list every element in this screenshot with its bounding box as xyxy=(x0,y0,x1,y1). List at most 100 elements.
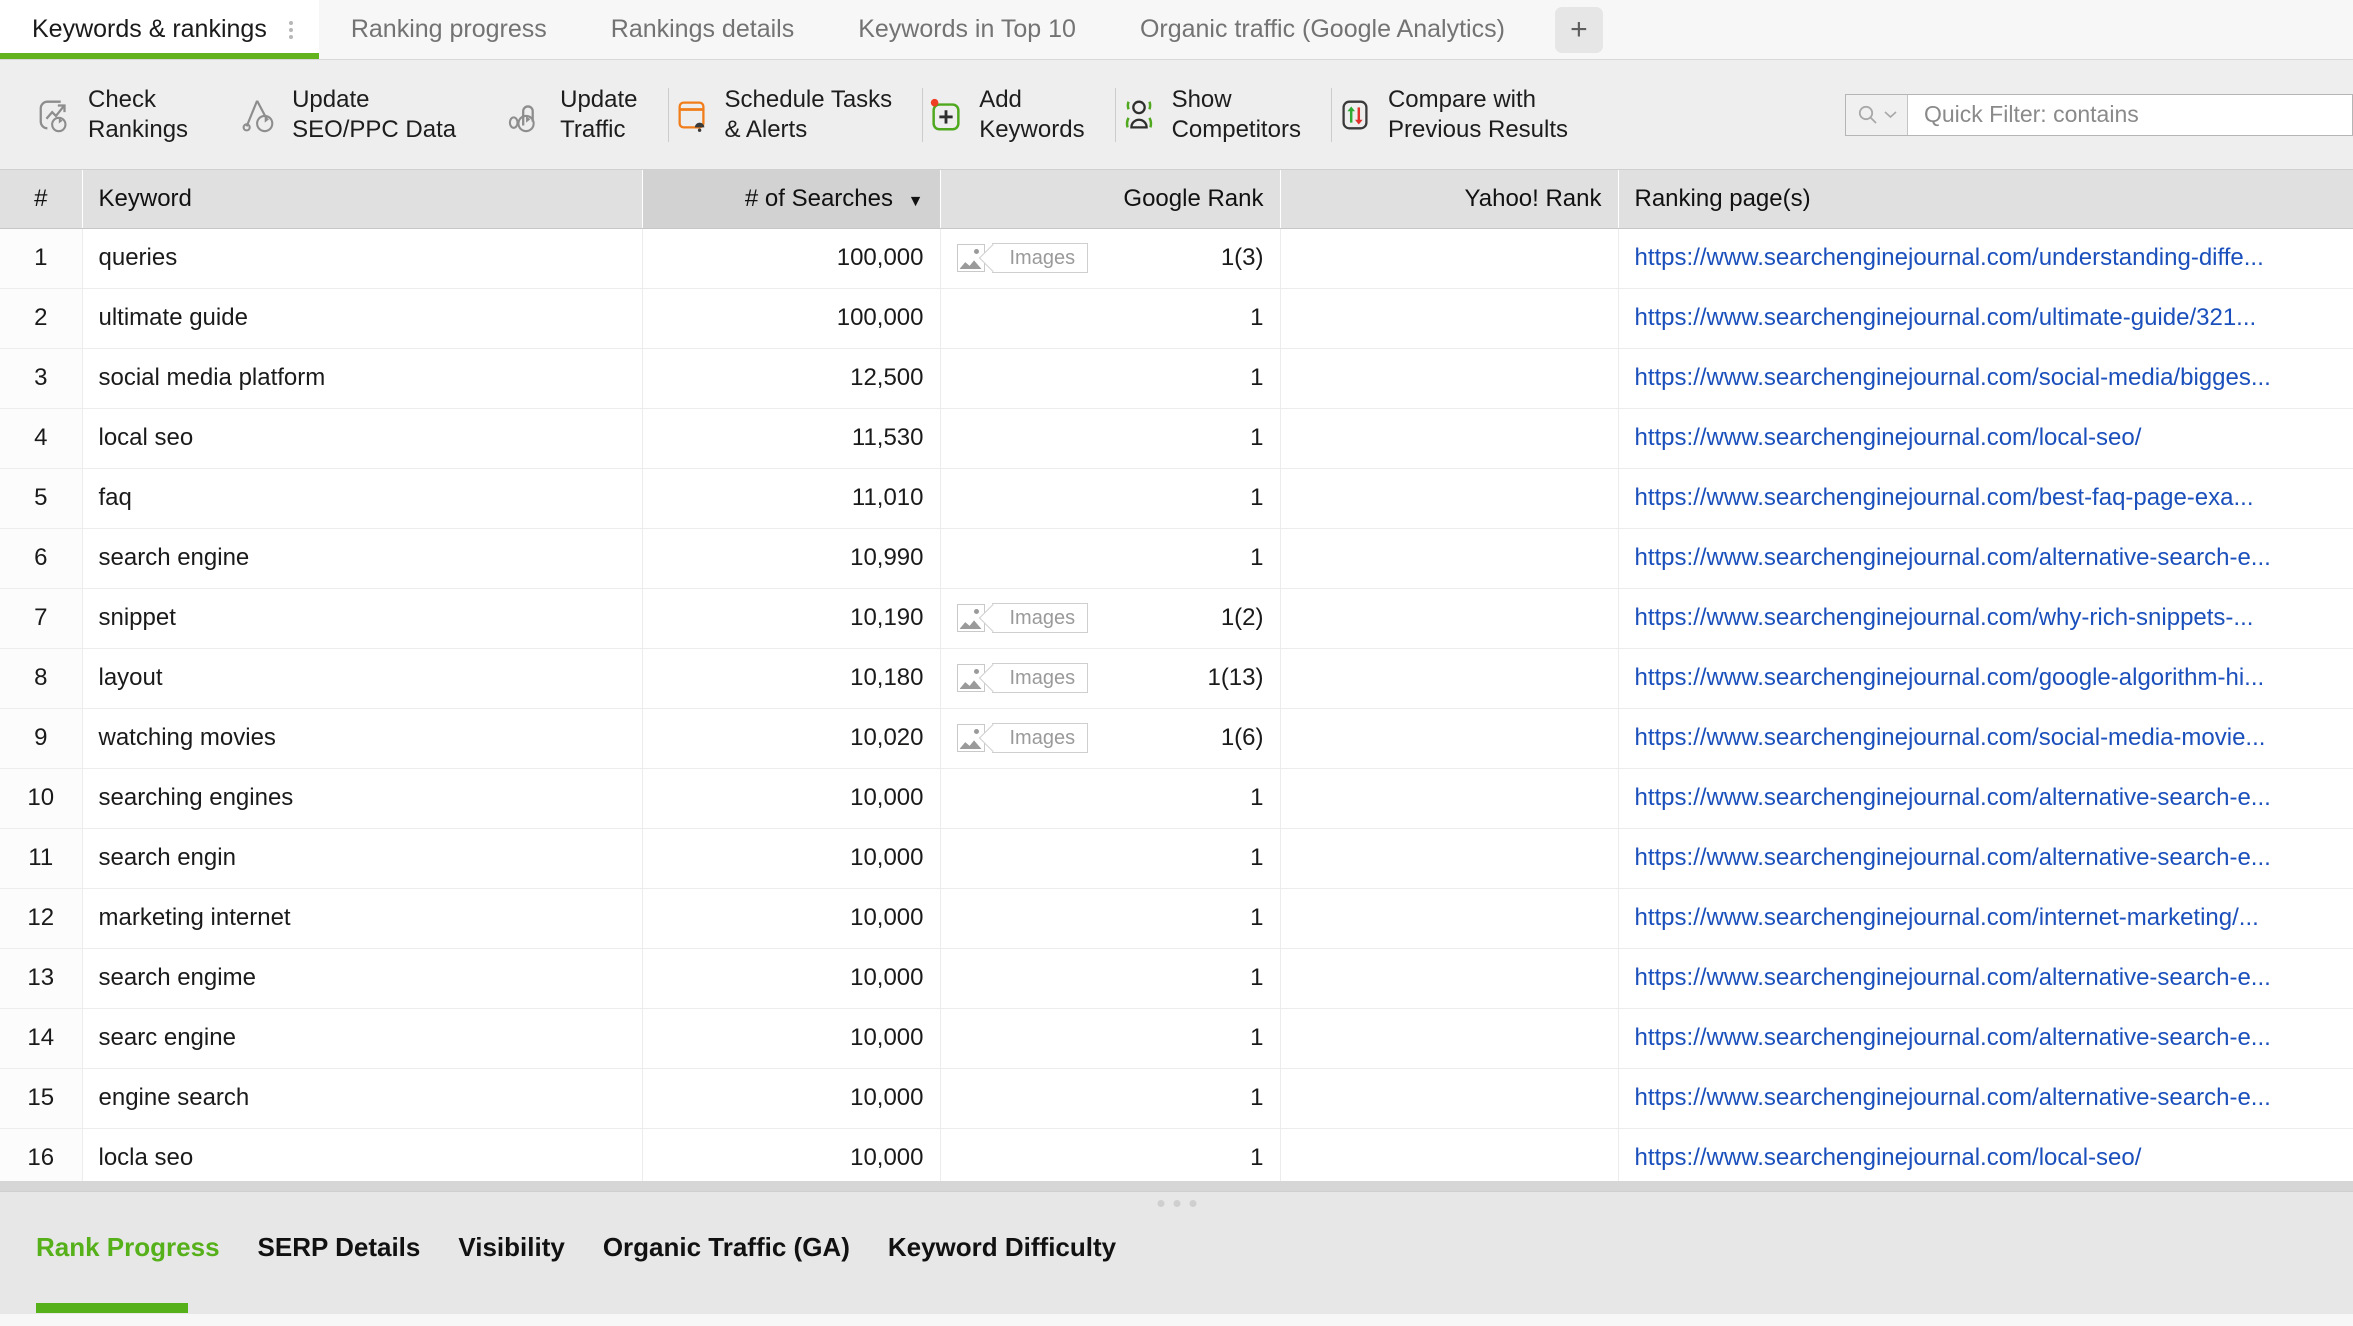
keyword-cell[interactable]: search engin xyxy=(82,828,643,889)
google-rank-cell[interactable]: 1 xyxy=(940,768,1281,829)
ranking-page-cell[interactable]: https://www.searchenginejournal.com/unde… xyxy=(1618,228,2353,289)
tab-keywords-and-rankings[interactable]: Keywords & rankings xyxy=(0,0,319,59)
google-rank-cell[interactable]: 1 xyxy=(940,468,1281,529)
keyword-cell[interactable]: search engime xyxy=(82,948,643,1009)
ranking-page-link[interactable]: https://www.searchenginejournal.com/inte… xyxy=(1635,904,2259,931)
google-rank-cell[interactable]: Images 1(13) xyxy=(940,648,1281,709)
ranking-page-cell[interactable]: https://www.searchenginejournal.com/loca… xyxy=(1618,408,2353,469)
table-row[interactable]: 16 locla seo 10,000 1 https://www.searchengi… xyxy=(0,1128,2353,1181)
table-row[interactable]: 12 marketing internet 10,000 1 https://www.s… xyxy=(0,888,2353,949)
google-rank-cell[interactable]: 1 xyxy=(940,888,1281,949)
google-rank-cell[interactable]: 1 xyxy=(940,1008,1281,1069)
serp-feature-badge[interactable]: Images xyxy=(956,603,1089,633)
ranking-page-cell[interactable]: https://www.searchenginejournal.com/alte… xyxy=(1618,948,2353,1009)
table-row[interactable]: 2 ultimate guide 100,000 1 https://www.searc… xyxy=(0,288,2353,349)
column-header-keyword[interactable]: Keyword xyxy=(82,170,643,229)
ranking-page-link[interactable]: https://www.searchenginejournal.com/unde… xyxy=(1635,244,2264,271)
keyword-cell[interactable]: ultimate guide xyxy=(82,288,643,349)
google-rank-cell[interactable]: 1 xyxy=(940,348,1281,409)
ranking-page-link[interactable]: https://www.searchenginejournal.com/soci… xyxy=(1635,724,2266,751)
keywords-table-container[interactable]: # Keyword # of Searches ▼ Google Rank Ya… xyxy=(0,170,2353,1181)
ranking-page-cell[interactable]: https://www.searchenginejournal.com/goog… xyxy=(1618,648,2353,709)
google-rank-cell[interactable]: Images 1(3) xyxy=(940,228,1281,289)
google-rank-cell[interactable]: Images 1(2) xyxy=(940,588,1281,649)
ranking-page-link[interactable]: https://www.searchenginejournal.com/loca… xyxy=(1635,424,2142,451)
keyword-cell[interactable]: marketing internet xyxy=(82,888,643,949)
quick-filter-mode-button[interactable] xyxy=(1846,94,1908,135)
ranking-page-link[interactable]: https://www.searchenginejournal.com/alte… xyxy=(1635,1084,2271,1111)
table-row[interactable]: 7 snippet 10,190 Images 1(2) https://www.sear… xyxy=(0,588,2353,649)
google-rank-cell[interactable]: 1 xyxy=(940,1068,1281,1129)
table-row[interactable]: 8 layout 10,180 Images 1(13) https://www.sear… xyxy=(0,648,2353,709)
column-header-ranking-pages[interactable]: Ranking page(s) xyxy=(1618,170,2353,229)
serp-feature-badge[interactable]: Images xyxy=(956,663,1089,693)
keyword-cell[interactable]: queries xyxy=(82,228,643,289)
update-seo-ppc-button[interactable]: Update SEO/PPC Data xyxy=(214,85,482,144)
ranking-page-link[interactable]: https://www.searchenginejournal.com/goog… xyxy=(1635,664,2265,691)
ranking-page-cell[interactable]: https://www.searchenginejournal.com/loca… xyxy=(1618,1128,2353,1181)
table-row[interactable]: 1 queries 100,000 Images 1(3) https://www.sea… xyxy=(0,228,2353,289)
ranking-page-link[interactable]: https://www.searchenginejournal.com/best… xyxy=(1635,484,2254,511)
google-rank-cell[interactable]: 1 xyxy=(940,828,1281,889)
keyword-cell[interactable]: searc engine xyxy=(82,1008,643,1069)
tab-ranking-progress[interactable]: Ranking progress xyxy=(319,0,579,59)
table-row[interactable]: 13 search engime 10,000 1 https://www.search… xyxy=(0,948,2353,1009)
serp-feature-badge[interactable]: Images xyxy=(956,243,1089,273)
ranking-page-link[interactable]: https://www.searchenginejournal.com/ulti… xyxy=(1635,304,2257,331)
schedule-tasks-button[interactable]: Schedule Tasks & Alerts xyxy=(673,85,919,144)
ranking-page-cell[interactable]: https://www.searchenginejournal.com/ulti… xyxy=(1618,288,2353,349)
update-traffic-button[interactable]: Update Traffic xyxy=(482,85,663,144)
ranking-page-link[interactable]: https://www.searchenginejournal.com/loca… xyxy=(1635,1144,2142,1171)
bottom-tab-rank-progress[interactable]: Rank Progress xyxy=(36,1232,220,1263)
ranking-page-cell[interactable]: https://www.searchenginejournal.com/soci… xyxy=(1618,708,2353,769)
google-rank-cell[interactable]: 1 xyxy=(940,1128,1281,1181)
panel-drag-handle[interactable] xyxy=(1157,1200,1196,1207)
google-rank-cell[interactable]: 1 xyxy=(940,288,1281,349)
ranking-page-cell[interactable]: https://www.searchenginejournal.com/alte… xyxy=(1618,1068,2353,1129)
table-row[interactable]: 4 local seo 11,530 1 https://www.searchengin… xyxy=(0,408,2353,469)
tab-options-kebab-icon[interactable] xyxy=(288,20,293,39)
ranking-page-link[interactable]: https://www.searchenginejournal.com/alte… xyxy=(1635,1024,2271,1051)
column-header-searches[interactable]: # of Searches ▼ xyxy=(642,170,941,229)
add-tab-button[interactable]: + xyxy=(1554,6,1603,53)
ranking-page-cell[interactable]: https://www.searchenginejournal.com/best… xyxy=(1618,468,2353,529)
table-row[interactable]: 6 search engine 10,990 1 https://www.searche… xyxy=(0,528,2353,589)
table-row[interactable]: 14 searc engine 10,000 1 https://www.searche… xyxy=(0,1008,2353,1069)
column-header-index[interactable]: # xyxy=(0,170,83,229)
ranking-page-link[interactable]: https://www.searchenginejournal.com/soci… xyxy=(1635,364,2271,391)
bottom-tab-visibility[interactable]: Visibility xyxy=(458,1232,564,1263)
keyword-cell[interactable]: snippet xyxy=(82,588,643,649)
keyword-cell[interactable]: engine search xyxy=(82,1068,643,1129)
keyword-cell[interactable]: searching engines xyxy=(82,768,643,829)
keyword-cell[interactable]: watching movies xyxy=(82,708,643,769)
tab-keywords-in-top-10[interactable]: Keywords in Top 10 xyxy=(826,0,1108,59)
google-rank-cell[interactable]: Images 1(6) xyxy=(940,708,1281,769)
ranking-page-cell[interactable]: https://www.searchenginejournal.com/alte… xyxy=(1618,528,2353,589)
ranking-page-link[interactable]: https://www.searchenginejournal.com/alte… xyxy=(1635,784,2271,811)
google-rank-cell[interactable]: 1 xyxy=(940,408,1281,469)
table-row[interactable]: 15 engine search 10,000 1 https://www.search… xyxy=(0,1068,2353,1129)
keyword-cell[interactable]: faq xyxy=(82,468,643,529)
column-header-google-rank[interactable]: Google Rank xyxy=(940,170,1281,229)
column-header-yahoo-rank[interactable]: Yahoo! Rank xyxy=(1280,170,1619,229)
ranking-page-cell[interactable]: https://www.searchenginejournal.com/inte… xyxy=(1618,888,2353,949)
ranking-page-link[interactable]: https://www.searchenginejournal.com/alte… xyxy=(1635,544,2271,571)
bottom-tab-keyword-difficulty[interactable]: Keyword Difficulty xyxy=(888,1232,1116,1263)
table-row[interactable]: 10 searching engines 10,000 1 https://www.se… xyxy=(0,768,2353,829)
check-rankings-button[interactable]: Check Rankings xyxy=(36,85,214,144)
compare-previous-results-button[interactable]: Compare with Previous Results xyxy=(1336,85,1594,144)
quick-filter-input[interactable] xyxy=(1908,94,2352,135)
ranking-page-cell[interactable]: https://www.searchenginejournal.com/alte… xyxy=(1618,1008,2353,1069)
bottom-tab-serp-details[interactable]: SERP Details xyxy=(258,1232,421,1263)
table-row[interactable]: 5 faq 11,010 1 https://www.searchenginejourn… xyxy=(0,468,2353,529)
panel-splitter[interactable] xyxy=(0,1181,2353,1191)
tab-organic-traffic[interactable]: Organic traffic (Google Analytics) xyxy=(1108,0,1537,59)
table-row[interactable]: 9 watching movies 10,020 Images 1(6) https://… xyxy=(0,708,2353,769)
bottom-tab-organic-traffic[interactable]: Organic Traffic (GA) xyxy=(603,1232,850,1263)
keyword-cell[interactable]: social media platform xyxy=(82,348,643,409)
google-rank-cell[interactable]: 1 xyxy=(940,948,1281,1009)
google-rank-cell[interactable]: 1 xyxy=(940,528,1281,589)
keyword-cell[interactable]: locla seo xyxy=(82,1128,643,1181)
table-row[interactable]: 3 social media platform 12,500 1 https://www… xyxy=(0,348,2353,409)
ranking-page-cell[interactable]: https://www.searchenginejournal.com/alte… xyxy=(1618,828,2353,889)
